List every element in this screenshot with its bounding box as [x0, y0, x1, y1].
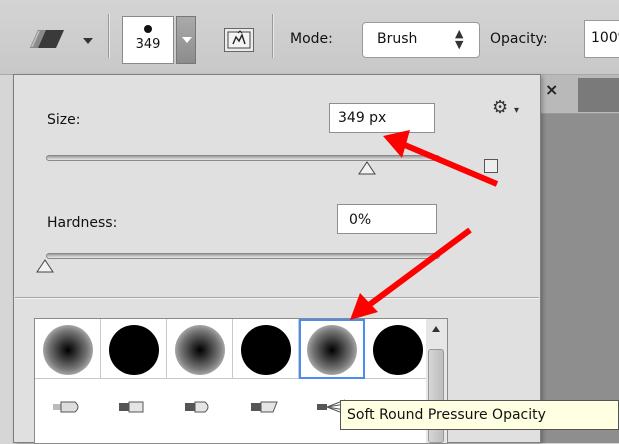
annotation-arrows [350, 130, 499, 320]
annotation-arrow-preset [350, 227, 472, 320]
annotation-arrow-size [383, 130, 499, 187]
